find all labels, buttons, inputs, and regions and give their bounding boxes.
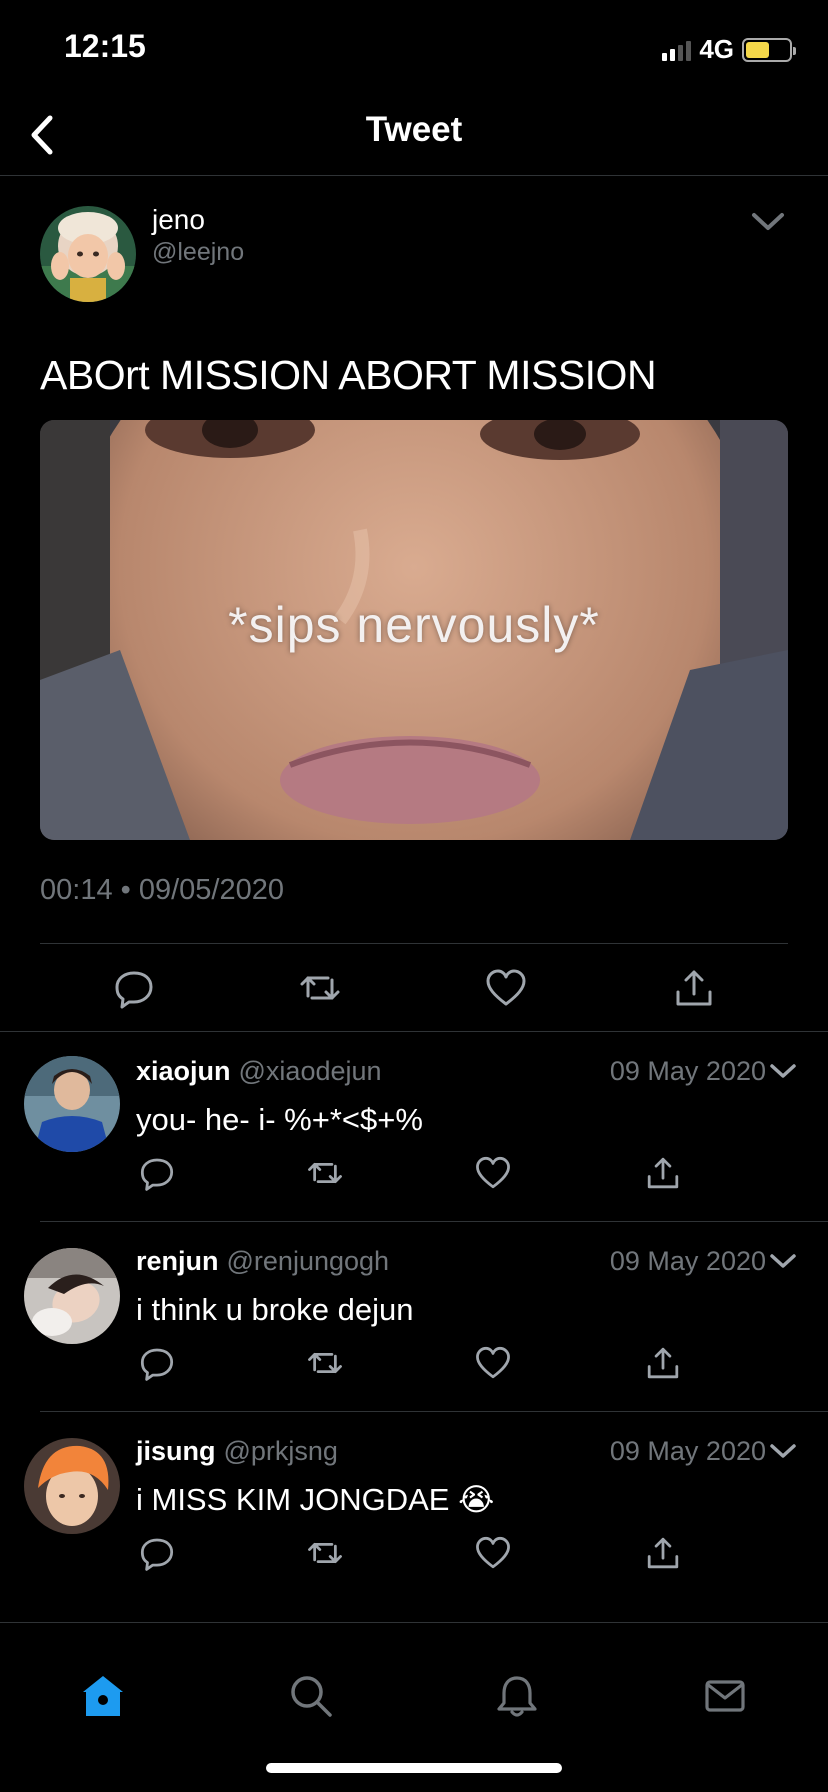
reply-handle[interactable]: @xiaodejun [239,1056,382,1086]
nav-header: Tweet [0,96,828,176]
reply-button[interactable] [138,1154,176,1192]
reply-name[interactable]: jisung [136,1436,216,1466]
battery-icon [742,37,796,62]
reply-icon [140,1538,174,1571]
image-caption: *sips nervously* [228,597,600,653]
tab-messages[interactable] [702,1673,748,1719]
reply-avatar[interactable] [24,1056,120,1152]
reply-text: you- he- i- %+*<$+% [136,1102,423,1137]
messages-icon [705,1680,745,1712]
reply-options-button[interactable] [768,1246,798,1276]
like-icon [476,1536,510,1569]
reply-item[interactable]: jisung @prkjsng 09 May 2020 i MISS KIM JO… [0,1412,828,1602]
reply-name[interactable]: xiaojun [136,1056,231,1086]
tweet-timestamp: 00:14 • 09/05/2020 [40,874,284,906]
retweet-icon [308,1162,342,1184]
network-label: 4G [699,34,734,64]
like-icon [476,1346,510,1379]
reply-item[interactable]: renjun @renjungogh 09 May 2020 i think u … [0,1222,828,1412]
tweet-text: ABOrt MISSION ABORT MISSION [40,352,657,398]
page-title: Tweet [365,110,463,149]
reply-button[interactable] [112,966,156,1010]
status-indicators: 4G [662,34,796,65]
tweet-options-button[interactable] [748,202,788,242]
retweet-button[interactable] [298,966,342,1010]
retweet-icon [308,1542,342,1564]
like-button[interactable] [484,966,528,1010]
reply-handle[interactable]: @prkjsng [224,1436,338,1466]
tab-home[interactable] [80,1673,126,1719]
reply-icon [140,1158,174,1191]
reply-handle[interactable]: @renjungogh [227,1246,390,1276]
reply-date: 09 May 2020 [609,1056,766,1086]
chevron-down-icon [770,1254,796,1268]
author-name[interactable]: jeno [152,204,205,236]
reply-avatar[interactable] [24,1438,120,1534]
author-avatar[interactable] [40,206,136,302]
search-icon [291,1676,332,1717]
like-icon [476,1156,510,1189]
notifications-icon [497,1676,537,1717]
reply-text: i think u broke dejun [136,1292,414,1327]
author-handle[interactable]: @leejno [152,238,244,267]
reply-button[interactable] [138,1534,176,1572]
share-button[interactable] [644,1154,682,1192]
share-icon [647,1157,679,1189]
retweet-button[interactable] [306,1344,344,1382]
retweet-icon [308,1352,342,1374]
retweet-button[interactable] [306,1534,344,1572]
reply-options-button[interactable] [768,1436,798,1466]
like-button[interactable] [474,1154,512,1192]
like-icon [486,969,526,1006]
status-time: 12:15 [64,28,146,64]
retweet-button[interactable] [306,1154,344,1192]
reply-options-button[interactable] [768,1056,798,1086]
signal-icon [662,39,692,61]
chevron-down-icon [770,1064,796,1078]
reply-date: 09 May 2020 [609,1246,766,1276]
tab-search[interactable] [288,1673,334,1719]
like-button[interactable] [474,1344,512,1382]
share-button[interactable] [644,1534,682,1572]
share-icon [647,1347,679,1379]
divider [40,943,788,944]
reply-date: 09 May 2020 [609,1436,766,1466]
home-indicator[interactable] [266,1763,562,1773]
reply-text: i MISS KIM JONGDAE 😭 [136,1482,495,1517]
retweet-icon [300,976,340,1000]
reply-name[interactable]: renjun [136,1246,219,1276]
like-button[interactable] [474,1534,512,1572]
reply-icon [140,1348,174,1381]
reply-icon [115,971,153,1009]
home-icon [83,1676,123,1716]
status-bar: 12:15 4G [0,0,828,96]
reply-avatar[interactable] [24,1248,120,1344]
tab-notifications[interactable] [494,1673,540,1719]
reply-item[interactable]: xiaojun @xiaodejun 09 May 2020 you- he- i… [0,1032,828,1222]
tweet-image[interactable]: *sips nervously* [40,420,788,840]
share-icon [676,970,712,1006]
share-button[interactable] [644,1344,682,1382]
share-icon [647,1537,679,1569]
chevron-down-icon [770,1444,796,1458]
chevron-down-icon [752,213,784,230]
share-button[interactable] [672,966,716,1010]
reply-button[interactable] [138,1344,176,1382]
